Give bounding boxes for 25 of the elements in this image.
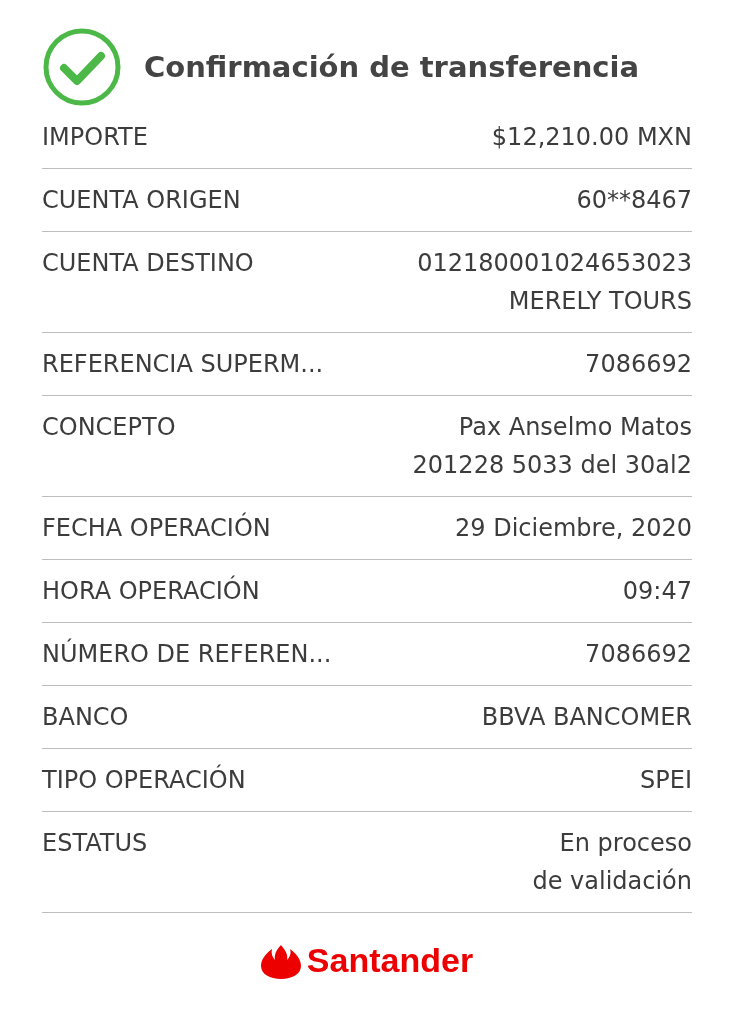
field-label: CONCEPTO	[42, 412, 176, 443]
field-label: FECHA OPERACIÓN	[42, 511, 271, 544]
success-check-icon	[42, 27, 122, 107]
field-value: $12,210.00 MXN	[491, 122, 692, 153]
field-label: CUENTA DESTINO	[42, 248, 254, 279]
field-value: BBVA BANCOMER	[481, 702, 692, 733]
field-value: 012180001024653023 MERELY TOURS	[417, 248, 692, 317]
field-value: SPEI	[640, 765, 692, 796]
page-title: Confirmación de transferencia	[144, 50, 639, 84]
field-label: HORA OPERACIÓN	[42, 574, 260, 607]
field-label: CUENTA ORIGEN	[42, 185, 241, 216]
field-label: BANCO	[42, 702, 129, 733]
field-label: NÚMERO DE REFEREN...	[42, 637, 332, 670]
field-value: En proceso de validación	[532, 828, 692, 897]
field-value: 29 Diciembre, 2020	[455, 513, 692, 544]
field-value: 7086692	[585, 639, 692, 670]
field-label: ESTATUS	[42, 828, 148, 859]
field-value: Pax Anselmo Matos 201228 5033 del 30al2	[412, 412, 692, 481]
field-value: 09:47	[622, 576, 692, 607]
field-label: REFERENCIA SUPERM...	[42, 349, 324, 380]
field-value: 60**8467	[576, 185, 692, 216]
field-value: 7086692	[585, 349, 692, 380]
field-label: IMPORTE	[42, 122, 148, 153]
field-label: TIPO OPERACIÓN	[42, 763, 246, 796]
brand-name: Santander	[306, 941, 474, 980]
